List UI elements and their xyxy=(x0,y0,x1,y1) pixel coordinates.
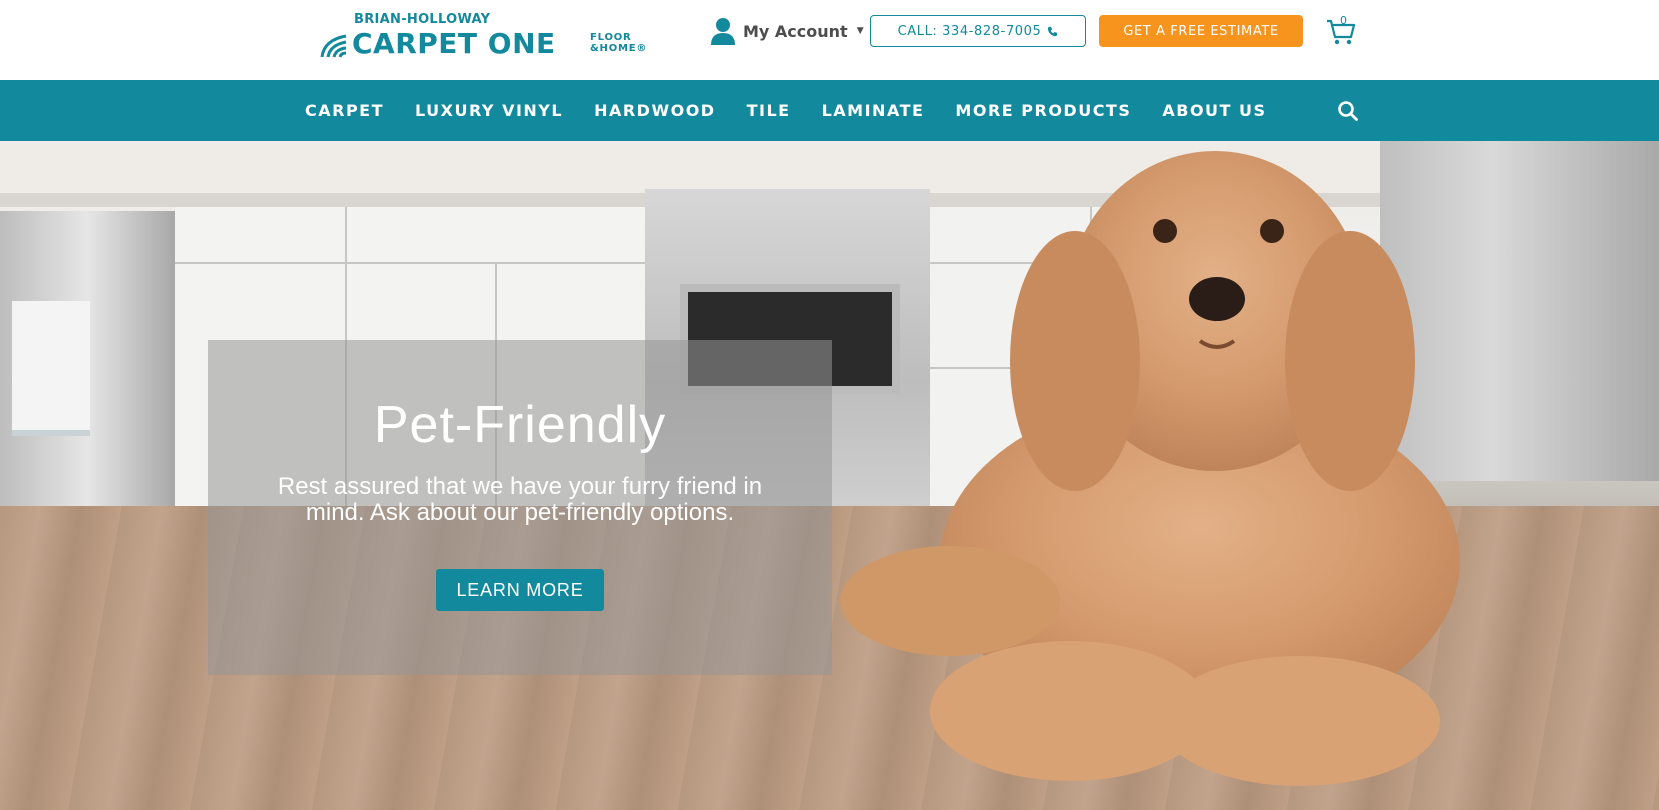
cart-button[interactable]: 0 xyxy=(1326,14,1358,46)
logo-arc-icon xyxy=(320,34,347,58)
nav-item-about-us[interactable]: ABOUT US xyxy=(1162,101,1266,120)
main-nav: CARPET LUXURY VINYL HARDWOOD TILE LAMINA… xyxy=(0,80,1659,141)
hero-banner: Pet-Friendly Rest assured that we have y… xyxy=(0,141,1659,810)
my-account-label: My Account xyxy=(743,21,848,41)
promo-panel: Pet-Friendly Rest assured that we have y… xyxy=(208,340,832,675)
call-button-label: CALL: 334-828-7005 xyxy=(897,23,1042,39)
nav-item-tile[interactable]: TILE xyxy=(747,101,791,120)
promo-title: Pet-Friendly xyxy=(373,396,667,454)
free-estimate-button[interactable]: GET A FREE ESTIMATE xyxy=(1099,15,1303,47)
cart-count-badge: 0 xyxy=(1340,14,1347,27)
nav-item-laminate[interactable]: LAMINATE xyxy=(822,101,925,120)
logo-sub-line1: FLOOR xyxy=(590,32,632,43)
call-button[interactable]: CALL: 334-828-7005 xyxy=(870,15,1086,47)
nav-item-luxury-vinyl[interactable]: LUXURY VINYL xyxy=(415,101,563,120)
learn-more-button[interactable]: LEARN MORE xyxy=(436,569,604,611)
chevron-down-icon: ▼ xyxy=(856,26,864,36)
nav-item-more-products[interactable]: MORE PRODUCTS xyxy=(955,101,1131,120)
logo[interactable]: BRIAN-HOLLOWAY CARPET ONE FLOOR &HOME® xyxy=(318,12,646,60)
logo-sub-line2: &HOME® xyxy=(590,43,648,54)
dog-illustration xyxy=(840,151,1460,786)
my-account-dropdown[interactable]: My Account ▼ xyxy=(710,16,864,46)
search-icon[interactable] xyxy=(1337,100,1359,122)
nav-item-carpet[interactable]: CARPET xyxy=(305,101,384,120)
cabinet-line xyxy=(175,262,645,264)
promo-text: Rest assured that we have your furry fri… xyxy=(277,473,763,526)
logo-brand-name: CARPET ONE xyxy=(352,27,556,60)
phone-icon xyxy=(1048,26,1058,36)
site-header: BRIAN-HOLLOWAY CARPET ONE FLOOR &HOME® M… xyxy=(0,0,1659,80)
logo-store-name: BRIAN-HOLLOWAY xyxy=(354,12,491,27)
logo-subtitle: FLOOR &HOME® xyxy=(590,32,647,54)
nav-item-hardwood[interactable]: HARDWOOD xyxy=(594,101,716,120)
hero-dishwasher xyxy=(0,211,175,516)
hero-towel xyxy=(12,301,90,436)
user-icon xyxy=(711,18,735,45)
